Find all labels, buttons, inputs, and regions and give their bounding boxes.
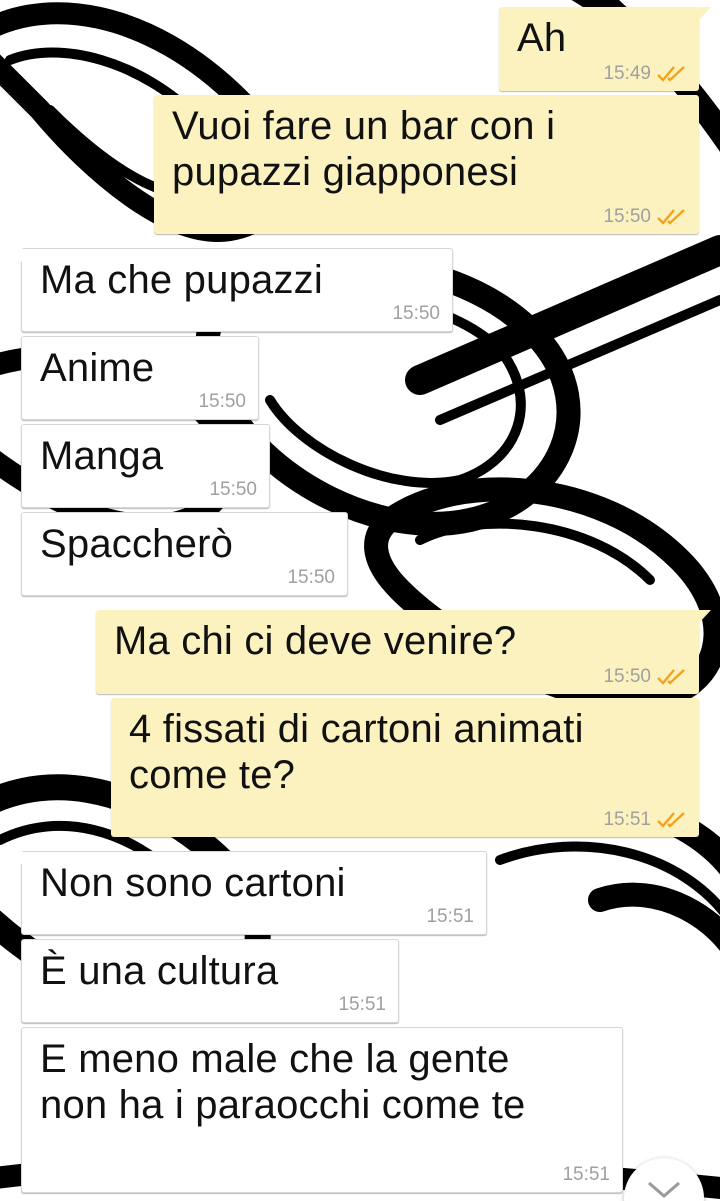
message-timestamp: 15:51 (426, 906, 474, 927)
message-text: Manga (40, 434, 164, 478)
message-meta: 15:50 (603, 206, 687, 228)
message-text: Ah (517, 16, 567, 60)
bubble-tail (698, 610, 711, 624)
message-meta: 15:51 (603, 809, 687, 831)
message-text: Anime (40, 346, 155, 390)
outgoing-message-bubble[interactable]: Ah 15:49 (499, 7, 711, 91)
double-check-read-icon (657, 66, 685, 82)
message-meta: 15:49 (603, 63, 687, 85)
message-timestamp: 15:50 (198, 391, 246, 412)
chevron-down-icon (648, 1181, 680, 1198)
message-timestamp: 15:51 (562, 1164, 610, 1185)
incoming-message-bubble[interactable]: È una cultura 15:51 (21, 939, 399, 1023)
double-check-read-icon (657, 209, 685, 225)
bubble-tail (698, 7, 711, 21)
message-text: Ma che pupazzi (40, 258, 323, 302)
message-timestamp: 15:50 (603, 206, 651, 227)
incoming-message-bubble[interactable]: Manga 15:50 (21, 424, 270, 508)
incoming-message-bubble[interactable]: Ma che pupazzi 15:50 (10, 248, 453, 332)
message-meta: 15:51 (562, 1164, 610, 1186)
message-text: E meno male che la gente non ha i paraoc… (40, 1037, 526, 1127)
message-timestamp: 15:50 (392, 303, 440, 324)
message-meta: 15:50 (392, 303, 440, 325)
message-text: 4 fissati di cartoni animati come te? (129, 707, 584, 797)
message-meta: 15:51 (426, 906, 474, 928)
double-check-read-icon (657, 812, 685, 828)
message-timestamp: 15:50 (209, 479, 257, 500)
message-meta: 15:50 (603, 666, 687, 688)
message-timestamp: 15:50 (287, 567, 335, 588)
message-meta: 15:50 (287, 567, 335, 589)
message-text: Non sono cartoni (40, 861, 346, 905)
incoming-message-bubble[interactable]: Spaccherò 15:50 (21, 512, 348, 596)
message-timestamp: 15:49 (603, 63, 651, 84)
message-timestamp: 15:50 (603, 666, 651, 687)
message-meta: 15:50 (198, 391, 246, 413)
incoming-message-bubble[interactable]: E meno male che la gente non ha i paraoc… (21, 1027, 623, 1193)
message-text: Vuoi fare un bar con i pupazzi giappones… (172, 104, 556, 194)
message-text: È una cultura (40, 949, 279, 993)
outgoing-message-bubble[interactable]: 4 fissati di cartoni animati come te? 15:… (111, 698, 699, 837)
message-text: Spaccherò (40, 522, 234, 566)
incoming-message-bubble[interactable]: Anime 15:50 (21, 336, 259, 420)
message-meta: 15:50 (209, 479, 257, 501)
bubble-tail (10, 249, 23, 263)
message-timestamp: 15:51 (338, 994, 386, 1015)
outgoing-message-bubble[interactable]: Vuoi fare un bar con i pupazzi giappones… (154, 95, 699, 234)
double-check-read-icon (657, 669, 685, 685)
message-meta: 15:51 (338, 994, 386, 1016)
bubble-tail (10, 852, 23, 866)
outgoing-message-bubble[interactable]: Ma chi ci deve venire? 15:50 (96, 610, 711, 694)
message-text: Ma chi ci deve venire? (114, 619, 517, 663)
incoming-message-bubble[interactable]: Non sono cartoni 15:51 (10, 851, 487, 935)
message-timestamp: 15:51 (603, 809, 651, 830)
